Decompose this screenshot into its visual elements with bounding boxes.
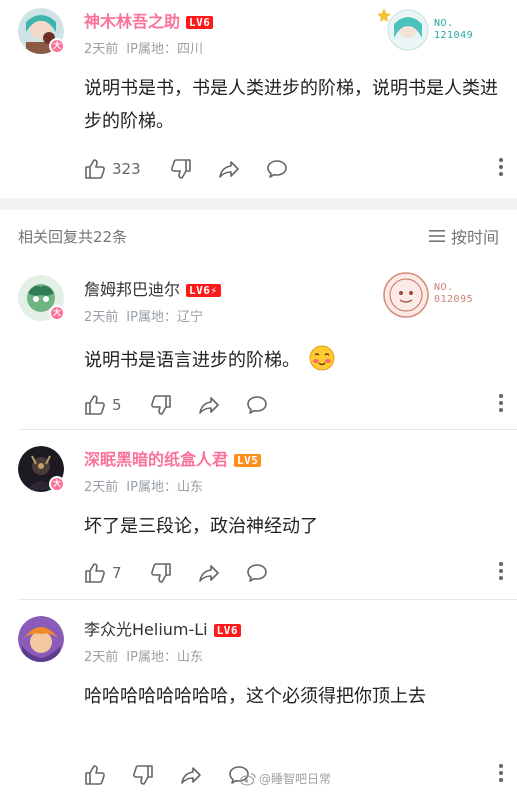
comment-meta: 2天前 IP属地：山东 xyxy=(84,646,203,665)
replies-header: 相关回复共22条 按时间 xyxy=(0,212,517,260)
sort-button[interactable]: 按时间 xyxy=(428,224,499,248)
share-button[interactable] xyxy=(218,156,240,182)
more-options-button[interactable] xyxy=(498,561,504,585)
ip-location: IP属地：四川 xyxy=(126,42,203,57)
thumbs-down-icon xyxy=(133,765,153,785)
more-vertical-icon xyxy=(499,562,503,580)
comment-divider xyxy=(18,599,517,600)
share-icon xyxy=(181,767,201,784)
vip-badge-icon: 大 xyxy=(49,476,65,492)
menu-lines-icon xyxy=(428,230,445,242)
comment-time: 2天前 xyxy=(84,650,119,665)
dislike-button[interactable] xyxy=(150,392,172,418)
reply-button[interactable] xyxy=(246,560,268,586)
ip-location: IP属地：辽宁 xyxy=(126,310,203,325)
share-icon xyxy=(219,161,239,178)
level-badge: LV6 xyxy=(186,16,214,29)
sort-label: 按时间 xyxy=(450,228,499,247)
comment-divider xyxy=(18,429,517,430)
more-vertical-icon xyxy=(499,764,503,782)
reply-button[interactable] xyxy=(266,156,288,182)
ip-location: IP属地：山东 xyxy=(126,480,203,495)
level-badge: LV6 xyxy=(213,624,242,637)
like-count: 7 xyxy=(112,564,122,582)
comment-actions: 5 xyxy=(84,392,504,418)
dislike-button[interactable] xyxy=(132,762,154,788)
fan-medal-card[interactable]: NO. 121049 xyxy=(376,4,508,58)
comment-actions: 323 xyxy=(84,156,504,182)
vip-badge-icon: 大 xyxy=(49,305,65,321)
ip-location: IP属地：山东 xyxy=(126,650,203,665)
more-vertical-icon xyxy=(499,394,503,412)
comment-time: 2天前 xyxy=(84,42,119,57)
comment-meta: 2天前 IP属地：山东 xyxy=(84,476,203,495)
share-button[interactable] xyxy=(180,762,202,788)
comment-bubble-icon xyxy=(247,564,267,582)
like-button[interactable]: 7 xyxy=(84,560,122,586)
username[interactable]: 深眠黑暗的纸盒人君 LV5 xyxy=(84,450,262,470)
username[interactable]: 李众光Helium-Li LV6 xyxy=(84,620,242,640)
more-options-button[interactable] xyxy=(498,763,504,787)
comment-actions: 7 xyxy=(84,560,504,586)
vip-badge-icon: 大 xyxy=(49,38,65,54)
thumbs-up-icon xyxy=(85,765,105,785)
like-button[interactable]: 323 xyxy=(84,156,141,182)
like-button[interactable] xyxy=(84,762,106,788)
comment-time: 2天前 xyxy=(84,480,119,495)
comment-text: 哈哈哈哈哈哈哈哈，这个必须得把你顶上去 xyxy=(84,686,426,707)
share-icon xyxy=(199,397,219,414)
username[interactable]: 詹姆邦巴迪尔 LV6⚡ xyxy=(84,280,221,300)
reply-button[interactable] xyxy=(246,392,268,418)
level-badge: LV5 xyxy=(234,454,262,467)
comment-time: 2天前 xyxy=(84,310,119,325)
blush-emoji-icon xyxy=(309,345,335,371)
like-button[interactable]: 5 xyxy=(84,392,122,418)
comment-text: 说明书是语言进步的阶梯。 xyxy=(84,344,504,377)
weibo-watermark: @睡智吧日常 xyxy=(240,770,331,787)
fan-medal-card[interactable]: NO. 012095 xyxy=(378,268,508,322)
more-vertical-icon xyxy=(499,158,503,176)
section-divider xyxy=(0,198,517,210)
thumbs-up-icon xyxy=(85,159,105,179)
more-options-button[interactable] xyxy=(498,393,504,417)
dislike-button[interactable] xyxy=(150,560,172,586)
fan-number: NO. 012095 xyxy=(434,282,474,305)
dislike-button[interactable] xyxy=(170,156,192,182)
comment-bubble-icon xyxy=(267,160,287,178)
thumbs-down-icon xyxy=(171,159,191,179)
weibo-logo-icon xyxy=(240,772,256,786)
comment-text: 坏了是三段论，政治神经动了 xyxy=(84,516,318,537)
replies-count-label: 相关回复共22条 xyxy=(18,228,128,246)
share-icon xyxy=(199,565,219,582)
share-button[interactable] xyxy=(198,392,220,418)
thumbs-down-icon xyxy=(151,563,171,583)
thumbs-up-icon xyxy=(85,563,105,583)
like-count: 323 xyxy=(112,160,141,178)
comment-meta: 2天前 IP属地：四川 xyxy=(84,38,203,57)
avatar[interactable] xyxy=(18,616,64,662)
like-count: 5 xyxy=(112,396,122,414)
thumbs-up-icon xyxy=(85,395,105,415)
level-badge: LV6⚡ xyxy=(186,284,221,297)
comment-bubble-icon xyxy=(247,396,267,414)
fan-number: NO. 121049 xyxy=(434,18,474,41)
username[interactable]: 神木林吾之助 LV6 xyxy=(84,12,214,32)
thumbs-down-icon xyxy=(151,395,171,415)
more-options-button[interactable] xyxy=(498,157,504,181)
comment-text: 说明书是书，书是人类进步的阶梯，说明书是人类进步的阶梯。 xyxy=(84,78,498,132)
comment-meta: 2天前 IP属地：辽宁 xyxy=(84,306,203,325)
share-button[interactable] xyxy=(198,560,220,586)
